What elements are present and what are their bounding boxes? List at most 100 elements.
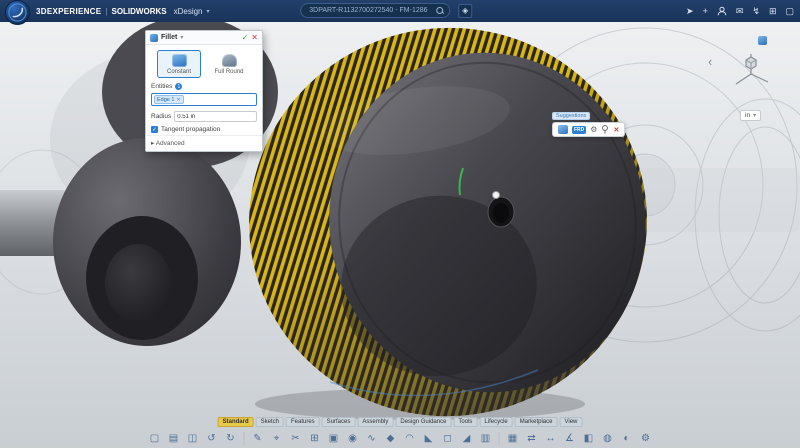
- shell-icon[interactable]: ◻: [439, 430, 457, 447]
- tab-design-guidance[interactable]: Design Guidance: [395, 417, 451, 427]
- display-style-icon[interactable]: ◍: [599, 430, 617, 447]
- collapse-panel-icon[interactable]: ‹: [708, 54, 712, 69]
- apps-grid-icon[interactable]: ⊞: [769, 7, 777, 16]
- radius-input[interactable]: [174, 111, 257, 122]
- units-value: in: [745, 112, 750, 119]
- mirror-icon[interactable]: ⇄: [523, 430, 541, 447]
- panel-icon[interactable]: ▢: [785, 7, 794, 16]
- edge-chip-label: Edge 1: [157, 97, 174, 103]
- settings-icon[interactable]: ⚙: [637, 430, 655, 447]
- radius-label: Radius: [151, 113, 171, 120]
- edge-selection-field[interactable]: Edge 1 ✕: [151, 93, 257, 106]
- loft-icon[interactable]: ◆: [382, 430, 400, 447]
- chevron-down-icon[interactable]: ▾: [207, 8, 210, 15]
- close-icon[interactable]: ✕: [613, 126, 619, 134]
- ribbon-tab-bar: Standard Sketch Features Surfaces Assemb…: [218, 417, 583, 427]
- toolbar-separator: [499, 432, 500, 445]
- entities-row: Entities 1: [146, 81, 262, 92]
- share-icon[interactable]: ➤: [686, 7, 694, 16]
- chevron-down-icon[interactable]: ▾: [180, 34, 183, 41]
- gear-icon[interactable]: ⚙: [590, 126, 597, 134]
- suggestion-feature-icon[interactable]: [558, 125, 568, 134]
- new-part-icon[interactable]: ▢: [146, 430, 164, 447]
- appearance-icon[interactable]: ◐: [618, 430, 636, 447]
- measure-icon[interactable]: ∡: [561, 430, 579, 447]
- fillet-dialog[interactable]: Fillet ▾ ✓ ✕ Constant Full Round Entitie…: [145, 30, 263, 152]
- linear-pattern-icon[interactable]: ▦: [504, 430, 522, 447]
- extrude-icon[interactable]: ▣: [325, 430, 343, 447]
- view-settings-icon[interactable]: [758, 36, 767, 45]
- app-switcher-label[interactable]: xDesign: [174, 7, 203, 16]
- trim-icon[interactable]: ✂: [287, 430, 305, 447]
- option-full-round[interactable]: Full Round: [207, 50, 251, 78]
- 3d-viewport[interactable]: Fillet ▾ ✓ ✕ Constant Full Round Entitie…: [0, 22, 800, 448]
- smart-dimension-icon[interactable]: ⌖: [268, 430, 286, 447]
- constant-fillet-icon: [172, 54, 187, 67]
- tangent-propagation-label: Tangent propagation: [161, 126, 220, 133]
- brand-separator: |: [105, 7, 107, 16]
- option-full-round-label: Full Round: [209, 69, 249, 75]
- fillet-type-options: Constant Full Round: [146, 45, 262, 81]
- chevron-down-icon: ▾: [753, 112, 756, 119]
- suggestions-toolbar: Suggestions FRD ⚙ ✕: [552, 112, 625, 137]
- tab-surfaces[interactable]: Surfaces: [322, 417, 356, 427]
- fillet-icon[interactable]: ◠: [401, 430, 419, 447]
- manipulator-point[interactable]: [493, 192, 500, 199]
- save-icon[interactable]: ◫: [184, 430, 202, 447]
- tab-marketplace[interactable]: Marketplace: [515, 417, 558, 427]
- open-icon[interactable]: ▤: [165, 430, 183, 447]
- sketch-icon[interactable]: ✎: [249, 430, 267, 447]
- convert-entities-icon[interactable]: ⊞: [306, 430, 324, 447]
- search-input[interactable]: [300, 3, 450, 18]
- option-constant[interactable]: Constant: [157, 50, 201, 78]
- radius-row: Radius: [146, 109, 262, 124]
- 3dexperience-compass-logo[interactable]: [5, 0, 30, 25]
- remove-edge-icon[interactable]: ✕: [176, 97, 180, 103]
- tab-tools[interactable]: Tools: [453, 417, 477, 427]
- tab-features[interactable]: Features: [286, 417, 320, 427]
- tab-sketch[interactable]: Sketch: [256, 417, 284, 427]
- tag-button[interactable]: ◈: [458, 4, 472, 18]
- suggestion-badge[interactable]: FRD: [572, 126, 586, 134]
- tab-assembly[interactable]: Assembly: [357, 417, 393, 427]
- tangent-propagation-checkbox[interactable]: ✓: [151, 126, 158, 133]
- section-view-icon[interactable]: ◧: [580, 430, 598, 447]
- edge-selection-chip[interactable]: Edge 1 ✕: [154, 95, 184, 104]
- rib-icon[interactable]: ▥: [477, 430, 495, 447]
- bolt-hole[interactable]: [488, 197, 514, 227]
- tab-view[interactable]: View: [559, 417, 582, 427]
- user-icon[interactable]: [717, 6, 727, 16]
- full-round-fillet-icon: [222, 54, 237, 67]
- move-icon[interactable]: ↔: [542, 430, 560, 447]
- redo-icon[interactable]: ↻: [222, 430, 240, 447]
- search-icon[interactable]: [436, 7, 444, 15]
- top-bar: 3DEXPERIENCE | SOLIDWORKS xDesign ▾ ◈ ➤ …: [0, 0, 800, 22]
- entities-count-badge: 1: [175, 83, 182, 90]
- undo-icon[interactable]: ↺: [203, 430, 221, 447]
- tab-standard[interactable]: Standard: [218, 417, 254, 427]
- sweep-icon[interactable]: ∿: [363, 430, 381, 447]
- 3d-scene[interactable]: [0, 22, 800, 448]
- confirm-icon[interactable]: ✓: [242, 33, 249, 42]
- suggestions-bar: FRD ⚙ ✕: [552, 122, 625, 137]
- orientation-triad[interactable]: [728, 44, 774, 96]
- draft-icon[interactable]: ◢: [458, 430, 476, 447]
- fillet-dialog-header[interactable]: Fillet ▾ ✓ ✕: [146, 31, 262, 45]
- search-area: ◈: [300, 3, 472, 18]
- revolve-icon[interactable]: ◉: [344, 430, 362, 447]
- advanced-section-toggle[interactable]: ▸ Advanced: [146, 135, 262, 151]
- flash-icon[interactable]: ↯: [752, 7, 760, 16]
- pin-icon[interactable]: [601, 125, 609, 134]
- tangent-propagation-row[interactable]: ✓ Tangent propagation: [146, 124, 262, 135]
- add-icon[interactable]: +: [703, 7, 708, 16]
- hub-disc[interactable]: [53, 138, 241, 346]
- units-dropdown[interactable]: in ▾: [740, 110, 761, 121]
- fillet-feature-icon: [150, 34, 158, 42]
- dialog-title: Fillet: [161, 34, 177, 41]
- chat-icon[interactable]: ✉: [736, 7, 744, 16]
- close-icon[interactable]: ✕: [251, 33, 258, 42]
- advanced-caret-icon: ▸: [151, 140, 154, 147]
- chamfer-icon[interactable]: ◣: [420, 430, 438, 447]
- tab-lifecycle[interactable]: Lifecycle: [479, 417, 512, 427]
- suggestions-label: Suggestions: [552, 112, 590, 120]
